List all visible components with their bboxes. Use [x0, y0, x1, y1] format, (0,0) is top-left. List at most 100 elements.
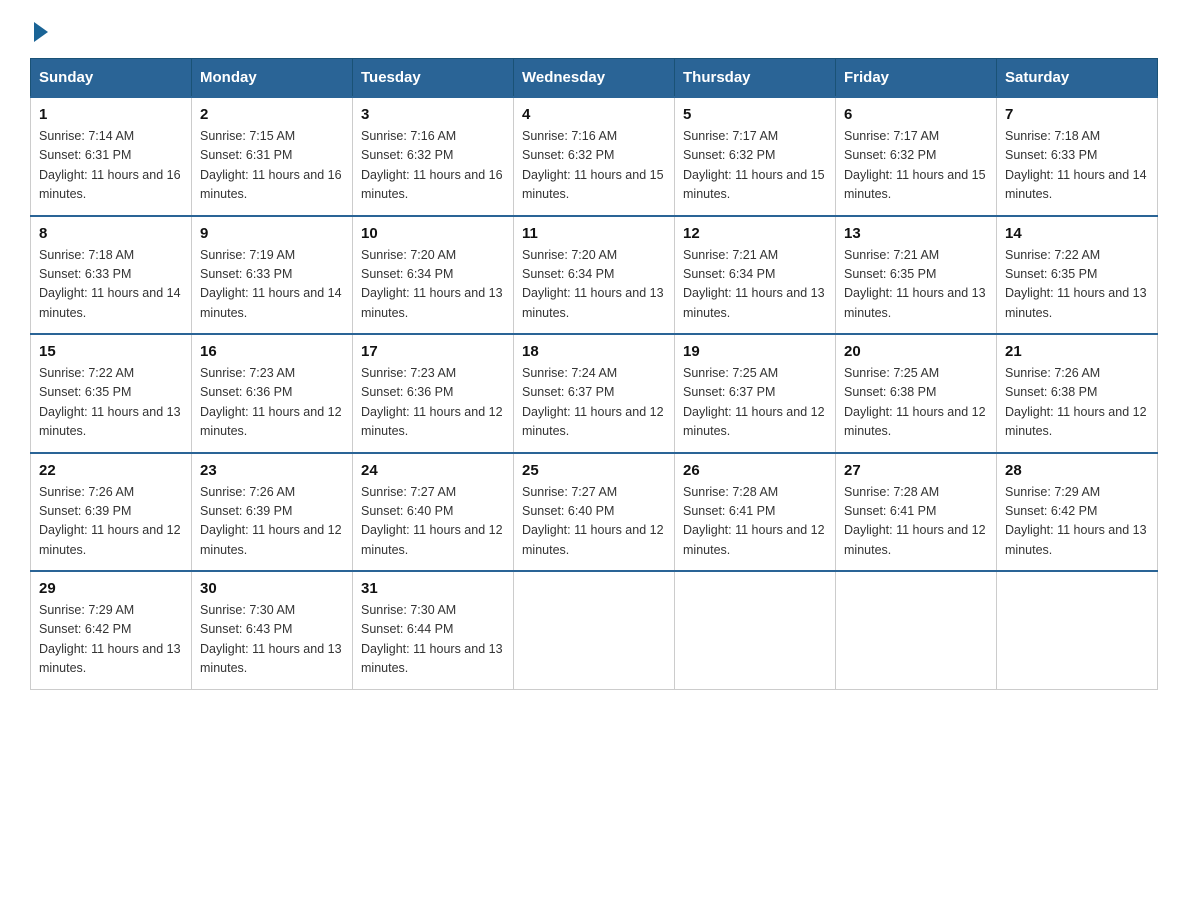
logo-arrow-icon	[34, 22, 48, 42]
day-number: 11	[522, 225, 666, 242]
calendar-header-saturday: Saturday	[997, 59, 1158, 98]
calendar-cell: 4 Sunrise: 7:16 AM Sunset: 6:32 PM Dayli…	[514, 97, 675, 216]
day-info: Sunrise: 7:29 AM Sunset: 6:42 PM Dayligh…	[1005, 483, 1149, 561]
day-number: 2	[200, 106, 344, 123]
day-info: Sunrise: 7:26 AM Sunset: 6:39 PM Dayligh…	[200, 483, 344, 561]
calendar-week-row: 8 Sunrise: 7:18 AM Sunset: 6:33 PM Dayli…	[31, 216, 1158, 335]
day-info: Sunrise: 7:23 AM Sunset: 6:36 PM Dayligh…	[200, 364, 344, 442]
day-info: Sunrise: 7:21 AM Sunset: 6:34 PM Dayligh…	[683, 246, 827, 324]
calendar-header-friday: Friday	[836, 59, 997, 98]
calendar-cell: 8 Sunrise: 7:18 AM Sunset: 6:33 PM Dayli…	[31, 216, 192, 335]
day-number: 14	[1005, 225, 1149, 242]
day-number: 5	[683, 106, 827, 123]
day-number: 19	[683, 343, 827, 360]
calendar-cell: 13 Sunrise: 7:21 AM Sunset: 6:35 PM Dayl…	[836, 216, 997, 335]
calendar-header-sunday: Sunday	[31, 59, 192, 98]
calendar-cell	[997, 571, 1158, 689]
day-info: Sunrise: 7:20 AM Sunset: 6:34 PM Dayligh…	[522, 246, 666, 324]
day-info: Sunrise: 7:18 AM Sunset: 6:33 PM Dayligh…	[39, 246, 183, 324]
day-info: Sunrise: 7:26 AM Sunset: 6:39 PM Dayligh…	[39, 483, 183, 561]
day-info: Sunrise: 7:16 AM Sunset: 6:32 PM Dayligh…	[361, 127, 505, 205]
day-number: 20	[844, 343, 988, 360]
day-info: Sunrise: 7:25 AM Sunset: 6:37 PM Dayligh…	[683, 364, 827, 442]
day-number: 28	[1005, 462, 1149, 479]
calendar-cell: 16 Sunrise: 7:23 AM Sunset: 6:36 PM Dayl…	[192, 334, 353, 453]
calendar-cell: 5 Sunrise: 7:17 AM Sunset: 6:32 PM Dayli…	[675, 97, 836, 216]
day-number: 6	[844, 106, 988, 123]
day-number: 10	[361, 225, 505, 242]
calendar-header-tuesday: Tuesday	[353, 59, 514, 98]
calendar-cell: 19 Sunrise: 7:25 AM Sunset: 6:37 PM Dayl…	[675, 334, 836, 453]
calendar-week-row: 1 Sunrise: 7:14 AM Sunset: 6:31 PM Dayli…	[31, 97, 1158, 216]
calendar-cell: 7 Sunrise: 7:18 AM Sunset: 6:33 PM Dayli…	[997, 97, 1158, 216]
day-info: Sunrise: 7:23 AM Sunset: 6:36 PM Dayligh…	[361, 364, 505, 442]
day-number: 27	[844, 462, 988, 479]
day-number: 30	[200, 580, 344, 597]
calendar-cell: 9 Sunrise: 7:19 AM Sunset: 6:33 PM Dayli…	[192, 216, 353, 335]
day-number: 12	[683, 225, 827, 242]
day-number: 24	[361, 462, 505, 479]
calendar-cell: 6 Sunrise: 7:17 AM Sunset: 6:32 PM Dayli…	[836, 97, 997, 216]
day-number: 31	[361, 580, 505, 597]
day-number: 15	[39, 343, 183, 360]
day-info: Sunrise: 7:30 AM Sunset: 6:44 PM Dayligh…	[361, 601, 505, 679]
calendar-cell: 3 Sunrise: 7:16 AM Sunset: 6:32 PM Dayli…	[353, 97, 514, 216]
calendar-cell: 1 Sunrise: 7:14 AM Sunset: 6:31 PM Dayli…	[31, 97, 192, 216]
day-number: 21	[1005, 343, 1149, 360]
day-info: Sunrise: 7:28 AM Sunset: 6:41 PM Dayligh…	[683, 483, 827, 561]
calendar-week-row: 15 Sunrise: 7:22 AM Sunset: 6:35 PM Dayl…	[31, 334, 1158, 453]
day-info: Sunrise: 7:16 AM Sunset: 6:32 PM Dayligh…	[522, 127, 666, 205]
calendar-cell: 14 Sunrise: 7:22 AM Sunset: 6:35 PM Dayl…	[997, 216, 1158, 335]
calendar-cell: 25 Sunrise: 7:27 AM Sunset: 6:40 PM Dayl…	[514, 453, 675, 572]
day-info: Sunrise: 7:27 AM Sunset: 6:40 PM Dayligh…	[522, 483, 666, 561]
day-info: Sunrise: 7:27 AM Sunset: 6:40 PM Dayligh…	[361, 483, 505, 561]
calendar-cell	[514, 571, 675, 689]
day-info: Sunrise: 7:29 AM Sunset: 6:42 PM Dayligh…	[39, 601, 183, 679]
day-number: 18	[522, 343, 666, 360]
day-info: Sunrise: 7:28 AM Sunset: 6:41 PM Dayligh…	[844, 483, 988, 561]
day-info: Sunrise: 7:19 AM Sunset: 6:33 PM Dayligh…	[200, 246, 344, 324]
day-number: 26	[683, 462, 827, 479]
day-info: Sunrise: 7:21 AM Sunset: 6:35 PM Dayligh…	[844, 246, 988, 324]
calendar-header-monday: Monday	[192, 59, 353, 98]
day-info: Sunrise: 7:22 AM Sunset: 6:35 PM Dayligh…	[1005, 246, 1149, 324]
day-number: 9	[200, 225, 344, 242]
calendar-cell: 11 Sunrise: 7:20 AM Sunset: 6:34 PM Dayl…	[514, 216, 675, 335]
day-number: 3	[361, 106, 505, 123]
day-info: Sunrise: 7:14 AM Sunset: 6:31 PM Dayligh…	[39, 127, 183, 205]
day-number: 1	[39, 106, 183, 123]
day-number: 4	[522, 106, 666, 123]
day-info: Sunrise: 7:17 AM Sunset: 6:32 PM Dayligh…	[844, 127, 988, 205]
day-number: 16	[200, 343, 344, 360]
calendar-cell: 26 Sunrise: 7:28 AM Sunset: 6:41 PM Dayl…	[675, 453, 836, 572]
calendar-cell: 10 Sunrise: 7:20 AM Sunset: 6:34 PM Dayl…	[353, 216, 514, 335]
page-header	[30, 20, 1158, 38]
calendar-cell: 18 Sunrise: 7:24 AM Sunset: 6:37 PM Dayl…	[514, 334, 675, 453]
calendar-cell: 12 Sunrise: 7:21 AM Sunset: 6:34 PM Dayl…	[675, 216, 836, 335]
calendar-cell: 21 Sunrise: 7:26 AM Sunset: 6:38 PM Dayl…	[997, 334, 1158, 453]
calendar-week-row: 29 Sunrise: 7:29 AM Sunset: 6:42 PM Dayl…	[31, 571, 1158, 689]
calendar-cell: 2 Sunrise: 7:15 AM Sunset: 6:31 PM Dayli…	[192, 97, 353, 216]
calendar-header-wednesday: Wednesday	[514, 59, 675, 98]
calendar-header-row: SundayMondayTuesdayWednesdayThursdayFrid…	[31, 59, 1158, 98]
calendar-table: SundayMondayTuesdayWednesdayThursdayFrid…	[30, 58, 1158, 690]
calendar-cell: 20 Sunrise: 7:25 AM Sunset: 6:38 PM Dayl…	[836, 334, 997, 453]
day-info: Sunrise: 7:25 AM Sunset: 6:38 PM Dayligh…	[844, 364, 988, 442]
day-info: Sunrise: 7:18 AM Sunset: 6:33 PM Dayligh…	[1005, 127, 1149, 205]
calendar-header-thursday: Thursday	[675, 59, 836, 98]
calendar-cell: 27 Sunrise: 7:28 AM Sunset: 6:41 PM Dayl…	[836, 453, 997, 572]
calendar-cell: 30 Sunrise: 7:30 AM Sunset: 6:43 PM Dayl…	[192, 571, 353, 689]
day-info: Sunrise: 7:30 AM Sunset: 6:43 PM Dayligh…	[200, 601, 344, 679]
calendar-cell: 24 Sunrise: 7:27 AM Sunset: 6:40 PM Dayl…	[353, 453, 514, 572]
day-number: 25	[522, 462, 666, 479]
day-number: 8	[39, 225, 183, 242]
day-number: 13	[844, 225, 988, 242]
calendar-cell: 23 Sunrise: 7:26 AM Sunset: 6:39 PM Dayl…	[192, 453, 353, 572]
day-info: Sunrise: 7:24 AM Sunset: 6:37 PM Dayligh…	[522, 364, 666, 442]
calendar-cell: 22 Sunrise: 7:26 AM Sunset: 6:39 PM Dayl…	[31, 453, 192, 572]
calendar-cell: 31 Sunrise: 7:30 AM Sunset: 6:44 PM Dayl…	[353, 571, 514, 689]
day-number: 22	[39, 462, 183, 479]
day-number: 23	[200, 462, 344, 479]
calendar-cell: 15 Sunrise: 7:22 AM Sunset: 6:35 PM Dayl…	[31, 334, 192, 453]
day-number: 7	[1005, 106, 1149, 123]
